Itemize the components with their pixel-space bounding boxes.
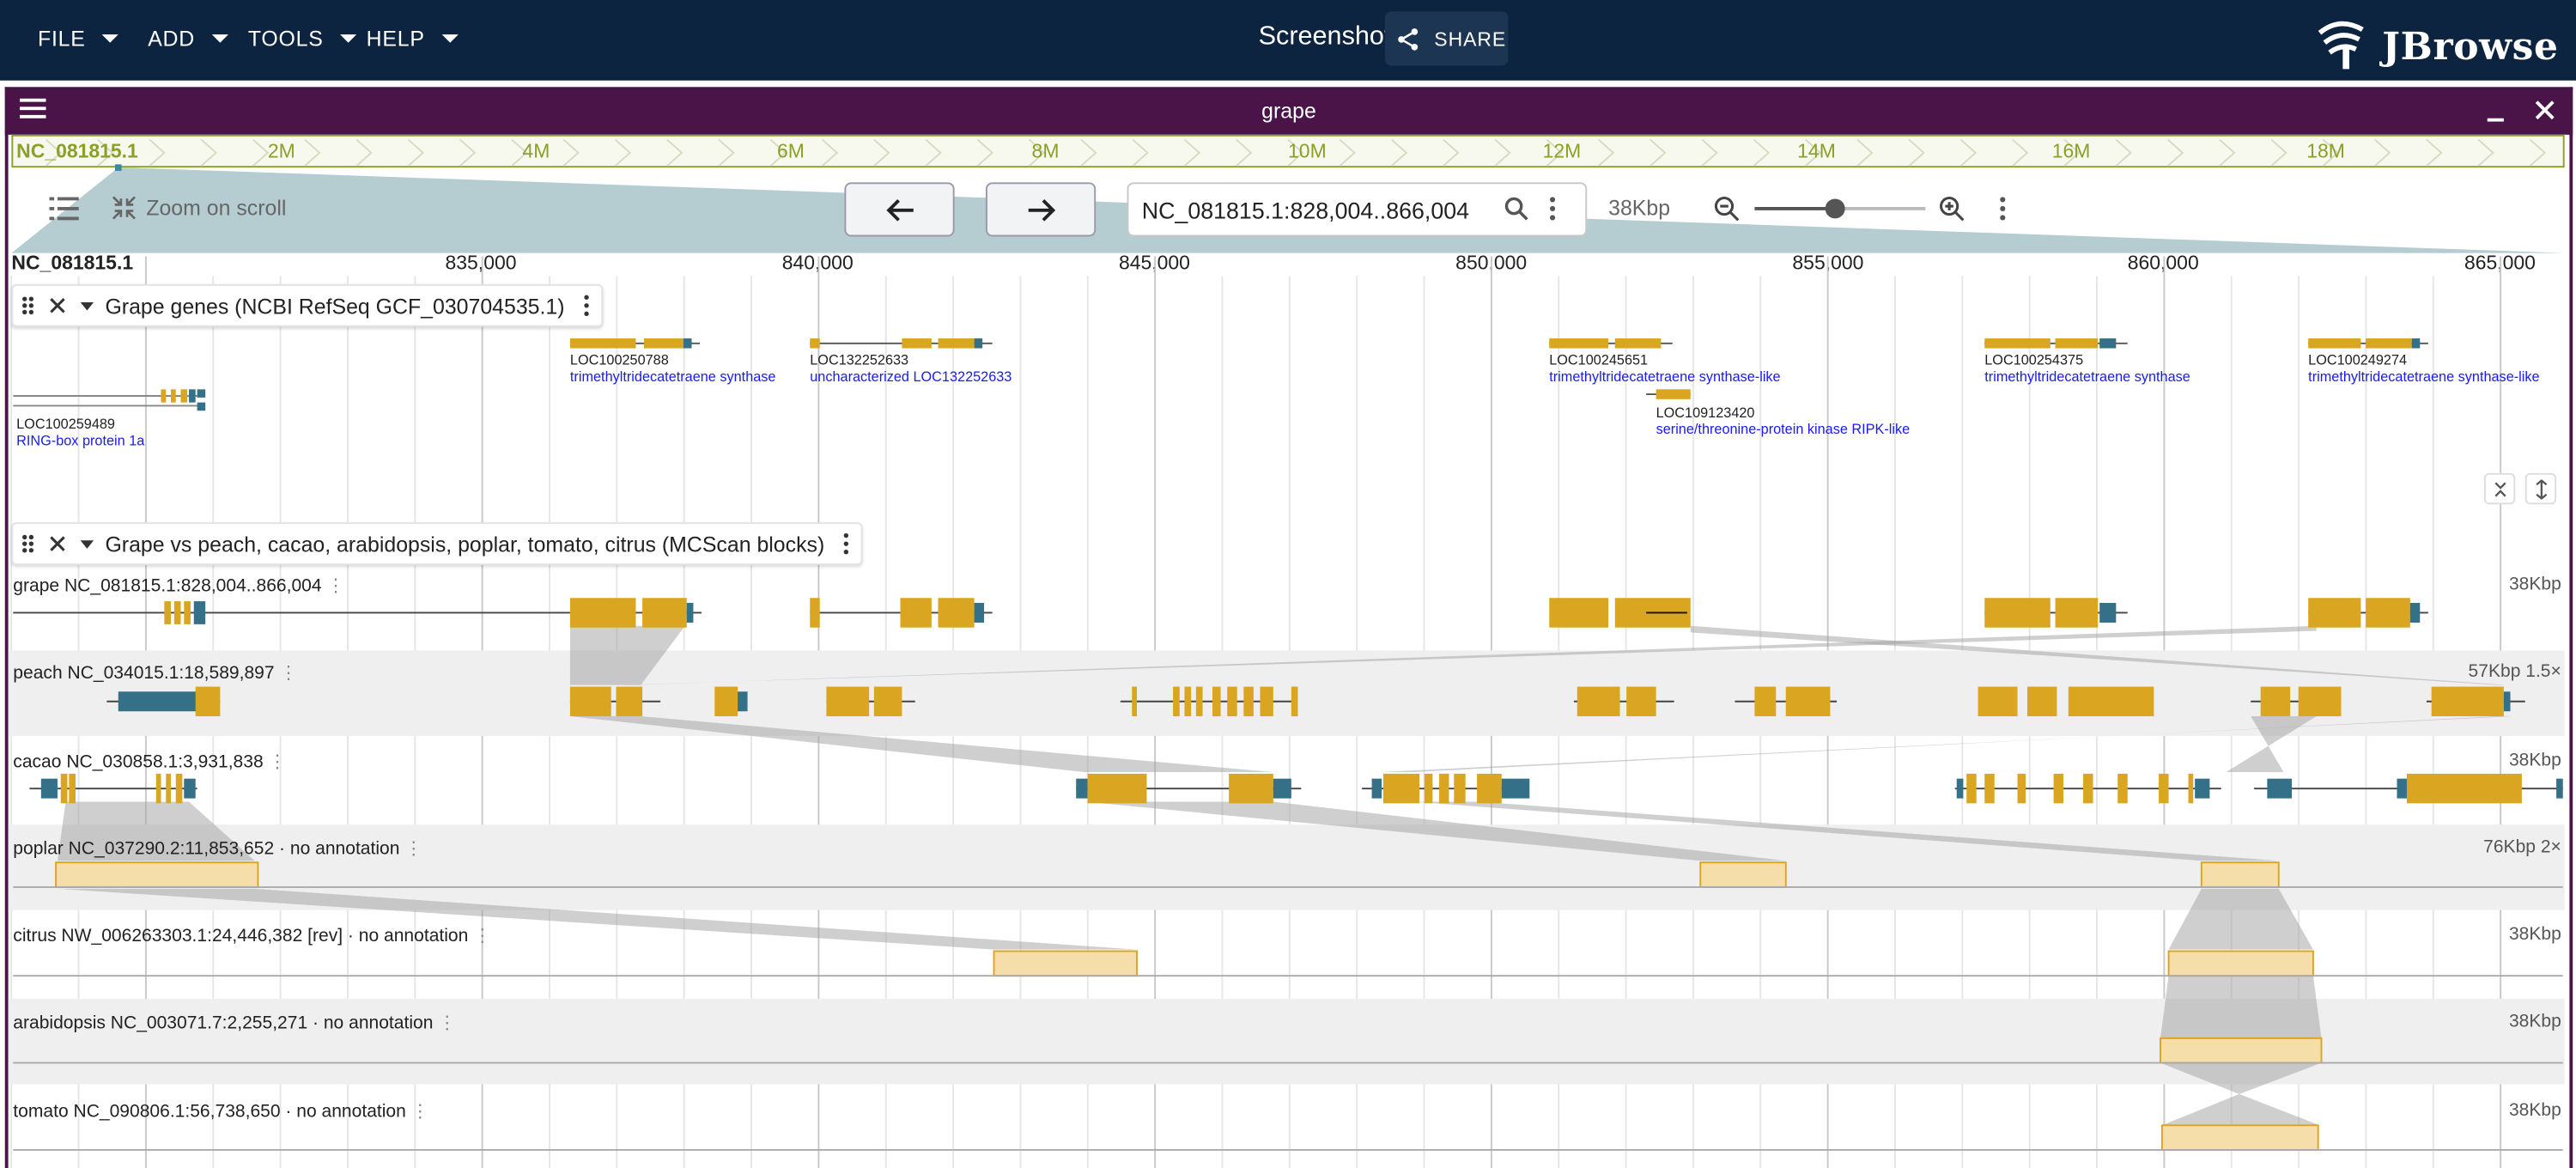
gene-name: LOC100245651 — [1549, 351, 1649, 368]
row-span-label: 38Kbp — [2508, 1100, 2561, 1121]
more-vert-icon[interactable] — [841, 532, 850, 556]
gene-description: serine/threonine-protein kinase RIPK-lik… — [1656, 420, 1911, 437]
gene-description: trimethyltridecatetraene synthase-like — [2308, 368, 2540, 385]
track-header-genes: Grape genes (NCBI RefSeq GCF_030704535.1… — [11, 283, 603, 327]
grape-row-features — [13, 598, 2428, 628]
resize-track-button[interactable] — [2524, 472, 2557, 505]
more-vert-icon[interactable]: ⋮ — [326, 576, 344, 596]
gene-description: trimethyltridecatetraene synthase-like — [1549, 368, 1781, 385]
gene-name: LOC100254375 — [1984, 351, 2084, 368]
gene-description: uncharacterized LOC132252633 — [810, 368, 1012, 385]
gene-name: LOC100259489 — [16, 415, 115, 433]
row-label-text: tomato NC_090806.1:56,738,650 · no annot… — [13, 1102, 406, 1122]
row-label-text: citrus NW_006263303.1:24,446,382 [rev] ·… — [13, 926, 469, 946]
chevron-down-icon[interactable] — [79, 297, 95, 313]
gene-label[interactable]: LOC100245651 trimethyltridecatetraene syn… — [1549, 351, 1780, 384]
unfold-less-icon — [2494, 481, 2506, 496]
synteny-row-label[interactable]: grape NC_081815.1:828,004..866,004 ⋮ — [13, 575, 344, 596]
row-label-text: peach NC_034015.1:18,589,897 — [13, 663, 275, 684]
more-vert-icon[interactable]: ⋮ — [411, 1102, 429, 1122]
row-span-label: 76Kbp 2× — [2483, 837, 2561, 858]
gene-name: LOC100250788 — [569, 351, 669, 368]
gene-description: trimethyltridecatetraene synthase — [569, 368, 776, 385]
drag-handle-icon[interactable] — [20, 294, 36, 317]
gene-label[interactable]: LOC100250788 trimethyltridecatetraene syn… — [570, 351, 776, 384]
synteny-row-label[interactable]: tomato NC_090806.1:56,738,650 · no annot… — [13, 1101, 428, 1122]
track-title-genes: Grape genes (NCBI RefSeq GCF_030704535.1… — [105, 293, 565, 319]
gene-label[interactable]: LOC100259489 RING-box protein 1a — [16, 416, 144, 448]
gene-label[interactable]: LOC109123420 serine/threonine-protein kin… — [1656, 405, 1911, 437]
more-vert-icon[interactable] — [581, 294, 591, 317]
synteny-row-label[interactable]: poplar NC_037290.2:11,853,652 · no annot… — [13, 838, 422, 860]
more-vert-icon[interactable]: ⋮ — [269, 752, 287, 772]
row-span-label: 38Kbp — [2508, 575, 2561, 595]
more-vert-icon[interactable]: ⋮ — [279, 664, 297, 684]
collapse-track-button[interactable] — [2483, 472, 2516, 505]
row-span-label: 38Kbp — [2508, 924, 2561, 945]
row-label-text: grape NC_081815.1:828,004..866,004 — [13, 576, 322, 597]
row-span-label: 38Kbp — [2508, 751, 2561, 771]
drag-handle-icon[interactable] — [20, 532, 36, 556]
gene-label[interactable]: LOC100254375 trimethyltridecatetraene syn… — [1984, 351, 2190, 384]
more-vert-icon[interactable]: ⋮ — [404, 839, 422, 859]
more-vert-icon[interactable]: ⋮ — [473, 927, 491, 946]
chevron-down-icon[interactable] — [79, 536, 95, 552]
gene-label[interactable]: LOC132252633 uncharacterized LOC132252633 — [810, 351, 1012, 384]
feature-graphics — [8, 338, 2565, 1151]
row-span-label: 38Kbp — [2508, 1012, 2561, 1032]
row-label-text: poplar NC_037290.2:11,853,652 · no annot… — [13, 839, 400, 860]
cacao-row-features — [29, 773, 2563, 804]
gene-label[interactable]: LOC100249274 trimethyltridecatetraene syn… — [2308, 351, 2539, 384]
synteny-row-label[interactable]: citrus NW_006263303.1:24,446,382 [rev] ·… — [13, 925, 491, 946]
close-track-icon[interactable] — [46, 532, 70, 556]
height-icon — [2535, 478, 2547, 499]
close-track-icon[interactable] — [46, 294, 70, 317]
synteny-row-label[interactable]: peach NC_034015.1:18,589,897 ⋮ — [13, 662, 297, 684]
row-span-label: 57Kbp 1.5× — [2468, 661, 2561, 682]
more-vert-icon[interactable]: ⋮ — [438, 1013, 456, 1033]
gene-description: RING-box protein 1a — [16, 432, 145, 449]
gene-description: trimethyltridecatetraene synthase — [1984, 368, 2190, 385]
track-header-synteny: Grape vs peach, cacao, arabidopsis, popl… — [11, 522, 863, 566]
synteny-row-label[interactable]: arabidopsis NC_003071.7:2,255,271 · no a… — [13, 1012, 456, 1033]
synteny-row-label[interactable]: cacao NC_030858.1:3,931,838 ⋮ — [13, 751, 286, 772]
track-title-synteny: Grape vs peach, cacao, arabidopsis, popl… — [105, 531, 825, 557]
row-label-text: arabidopsis NC_003071.7:2,255,271 · no a… — [13, 1013, 434, 1034]
gene-name: LOC109123420 — [1656, 404, 1755, 421]
row-label-text: cacao NC_030858.1:3,931,838 — [13, 752, 264, 773]
gene-name: LOC100249274 — [2308, 351, 2408, 368]
gene-name: LOC132252633 — [810, 351, 909, 368]
